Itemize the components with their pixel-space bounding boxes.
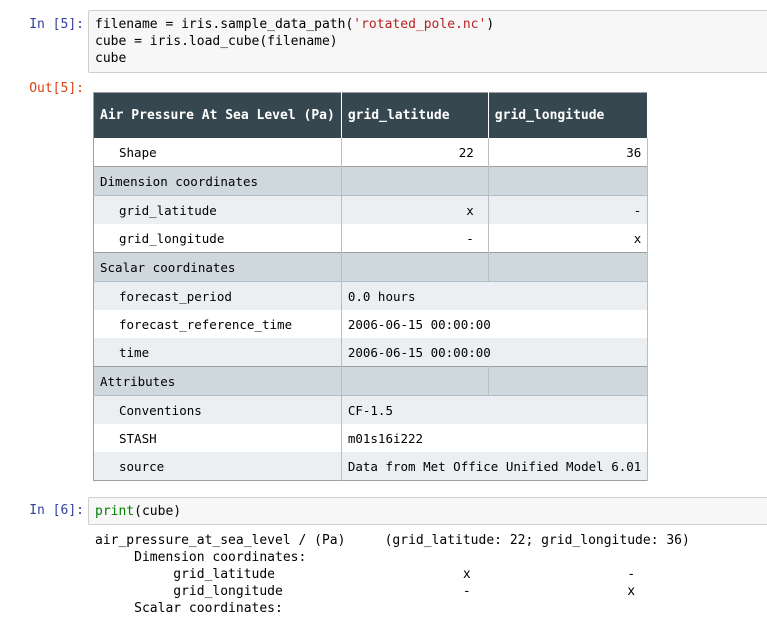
header-grid-longitude: grid_longitude [488,92,649,138]
coord-name: grid_longitude [93,224,342,253]
cell6-in-prompt: In [6]: [29,503,84,518]
table-row: forecast_reference_time 2006-06-15 00:00… [93,310,649,338]
cell5-in-prompt: In [5]: [29,17,84,32]
shape-row: Shape 22 36 [93,138,649,167]
scalar-value: 2006-06-15 00:00:00 [341,338,649,367]
section-attributes: Attributes [93,366,649,396]
cell6-output: air_pressure_at_sea_level / (Pa) (grid_l… [95,532,690,617]
attribute-name: STASH [93,424,342,452]
code-line: cube [95,51,127,66]
coord-lat-marker: - [341,224,489,253]
section-scalar-coordinates: Scalar coordinates [93,252,649,282]
table-row: forecast_period 0.0 hours [93,281,649,310]
section-title: Dimension coordinates [93,166,342,196]
output-line: Dimension coordinates: [95,550,307,565]
code-function: print [95,504,135,519]
output-line: Scalar coordinates: [95,601,283,616]
section-dimension-coordinates: Dimension coordinates [93,166,649,196]
scalar-value: 2006-06-15 00:00:00 [341,310,649,338]
output-line: air_pressure_at_sea_level / (Pa) (grid_l… [95,533,690,548]
code-line: filename = iris.sample_data_path('rotate… [95,17,495,32]
scalar-name: forecast_period [93,281,342,310]
coord-lat-marker: x [341,195,489,224]
output-line: grid_latitude x - [95,567,636,582]
shape-lat: 22 [341,138,489,167]
table-row: source Data from Met Office Unified Mode… [93,452,649,481]
table-row: Conventions CF-1.5 [93,395,649,424]
header-grid-latitude: grid_latitude [341,92,489,138]
scalar-name: forecast_reference_time [93,310,342,338]
cell5-code-editor[interactable]: filename = iris.sample_data_path('rotate… [88,10,767,73]
attribute-value: Data from Met Office Unified Model 6.01 [341,452,649,481]
attribute-name: Conventions [93,395,342,424]
table-row: grid_latitude x - [93,195,649,224]
output-line: grid_longitude - x [95,584,636,599]
scalar-value: 0.0 hours [341,281,649,310]
shape-lon: 36 [488,138,649,167]
attribute-name: source [93,452,342,481]
table-row: STASH m01s16i222 [93,424,649,452]
attribute-value: m01s16i222 [341,424,649,452]
cell5-out-prompt: Out[5]: [29,81,84,96]
section-title: Scalar coordinates [93,252,342,282]
cube-summary-table: Air Pressure At Sea Level (Pa) grid_lati… [93,92,649,481]
cell6-code-editor[interactable]: print(cube) [88,497,767,525]
section-title: Attributes [93,366,342,396]
shape-label: Shape [93,138,342,167]
coord-lon-marker: x [488,224,649,253]
header-cube-name: Air Pressure At Sea Level (Pa) [93,92,342,138]
table-row: grid_longitude - x [93,224,649,253]
scalar-name: time [93,338,342,367]
code-line: cube = iris.load_cube(filename) [95,34,338,49]
coord-lon-marker: - [488,195,649,224]
attribute-value: CF-1.5 [341,395,649,424]
code-argument: cube [141,504,174,519]
coord-name: grid_latitude [93,195,342,224]
table-row: time 2006-06-15 00:00:00 [93,338,649,367]
